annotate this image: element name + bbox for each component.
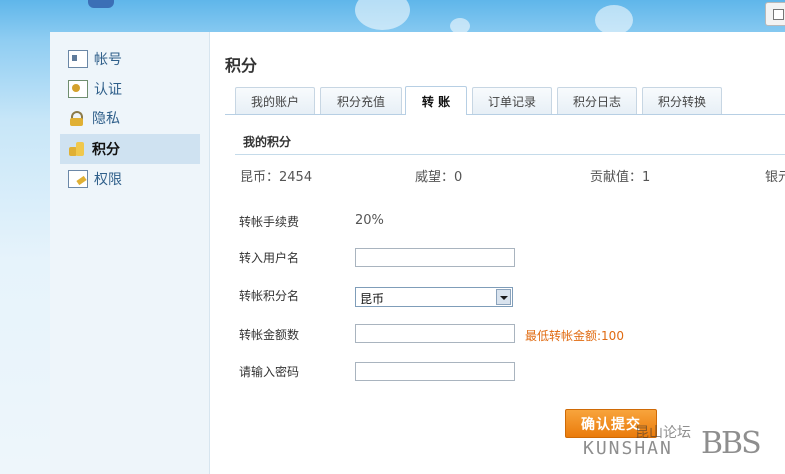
fee-value: 20% xyxy=(355,213,384,228)
tab-bar: 我的账户 积分充值 转 账 订单记录 积分日志 积分转换 xyxy=(235,86,785,115)
sidebar-item-label: 积分 xyxy=(92,142,120,158)
permission-icon xyxy=(68,170,88,188)
main-content: 积分 我的账户 积分充值 转 账 订单记录 积分日志 积分转换 我的积分 昆币：… xyxy=(225,32,785,474)
fee-label: 转帐手续费 xyxy=(239,215,300,229)
dandelion-decoration xyxy=(595,5,633,34)
password-label: 请输入密码 xyxy=(239,365,300,379)
tab-recharge[interactable]: 积分充值 xyxy=(320,87,402,114)
chevron-down-icon[interactable] xyxy=(496,289,511,305)
tab-convert[interactable]: 积分转换 xyxy=(642,87,722,114)
min-amount-note: 最低转帐金额:100 xyxy=(525,329,624,343)
site-logo-icon xyxy=(88,0,114,8)
header-decoration xyxy=(0,0,785,34)
section-title: 我的积分 xyxy=(243,135,292,149)
tab-divider xyxy=(225,114,785,115)
sidebar-item-account[interactable]: 帐号 xyxy=(60,44,200,74)
points-type-select[interactable]: 昆币 xyxy=(355,287,513,307)
note-icon[interactable] xyxy=(765,2,785,26)
dandelion-decoration xyxy=(355,0,410,30)
sidebar-item-permissions[interactable]: 权限 xyxy=(60,164,200,194)
amount-label: 转帐金额数 xyxy=(239,328,300,342)
tab-my-account[interactable]: 我的账户 xyxy=(235,87,315,114)
stat-prestige: 威望：0 xyxy=(415,170,463,185)
sidebar-item-label: 认证 xyxy=(94,82,122,98)
sidebar-item-label: 帐号 xyxy=(94,52,122,68)
password-input[interactable] xyxy=(355,362,515,381)
settings-panel: 帐号 认证 隐私 积分 权限 积分 我的账户 积分充值 转 账 订单记录 积分日… xyxy=(50,32,785,474)
tab-transfer[interactable]: 转 账 xyxy=(405,86,467,115)
lock-icon xyxy=(68,110,86,126)
recipient-input[interactable] xyxy=(355,248,515,267)
recipient-label: 转入用户名 xyxy=(239,251,300,265)
account-card-icon xyxy=(68,50,88,68)
tab-orders[interactable]: 订单记录 xyxy=(472,87,552,114)
section-divider xyxy=(235,154,785,155)
verify-icon xyxy=(68,80,88,98)
watermark-bbs: BBS xyxy=(701,426,762,461)
sidebar-item-points[interactable]: 积分 xyxy=(60,134,200,164)
stat-kunbi: 昆币：2454 xyxy=(240,170,313,185)
tab-log[interactable]: 积分日志 xyxy=(557,87,637,114)
page-title: 积分 xyxy=(225,56,258,75)
site-watermark: 昆山论坛 KUNSHAN BBS xyxy=(583,420,783,470)
sidebar-item-label: 权限 xyxy=(94,172,122,188)
coins-icon xyxy=(68,141,86,157)
points-type-selected: 昆币 xyxy=(360,292,385,306)
stat-silver: 银元 xyxy=(765,170,785,185)
amount-input[interactable] xyxy=(355,324,515,343)
sidebar-item-label: 隐私 xyxy=(92,111,120,127)
stat-contribution: 贡献值：1 xyxy=(590,170,651,185)
sidebar: 帐号 认证 隐私 积分 权限 xyxy=(50,32,210,474)
sidebar-item-privacy[interactable]: 隐私 xyxy=(60,103,200,133)
points-type-label: 转帐积分名 xyxy=(239,289,300,303)
watermark-en: KUNSHAN xyxy=(583,438,673,459)
sidebar-item-verify[interactable]: 认证 xyxy=(60,74,200,104)
